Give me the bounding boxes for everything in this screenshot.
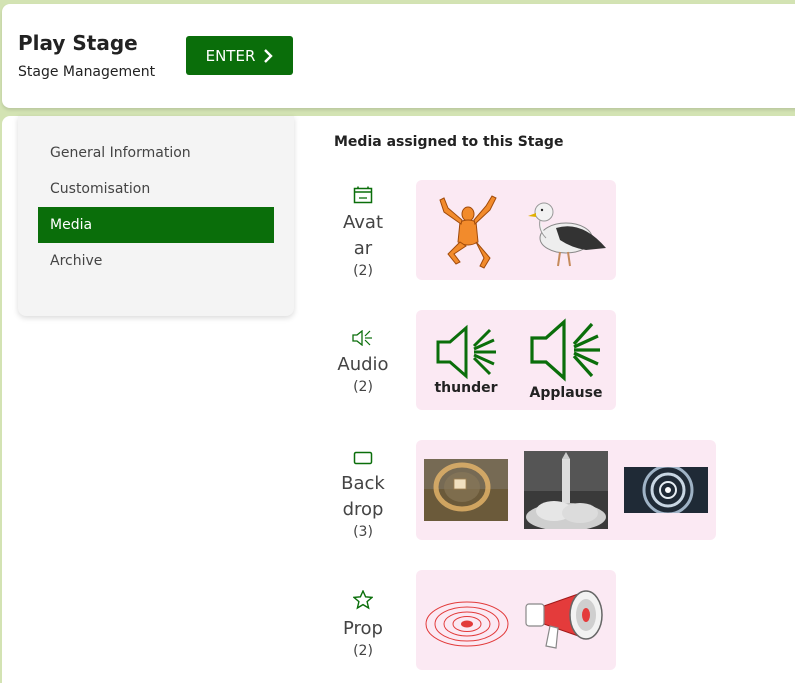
chevron-right-icon <box>263 48 274 63</box>
backdrop-thumbnail[interactable] <box>524 451 608 531</box>
sidebar-item-media[interactable]: Media <box>38 207 274 243</box>
category-name: Audio <box>337 354 389 375</box>
stage-title: Play Stage <box>18 31 138 55</box>
stage-subtitle: Stage Management <box>18 64 156 80</box>
header-bar: Play Stage Stage Management ENTER <box>2 4 795 108</box>
speaker-icon[interactable] <box>436 324 498 380</box>
category-name: Backdrop <box>341 473 385 520</box>
avatar-media-box <box>416 180 616 280</box>
category-count: (2) <box>353 643 373 659</box>
sidebar-item-archive[interactable]: Archive <box>38 243 274 279</box>
avatar-icon <box>330 186 396 208</box>
category-avatar[interactable]: Avatar (2) <box>330 186 396 280</box>
sidebar-item-label: Archive <box>50 253 103 269</box>
audio-title: Applause <box>529 385 603 401</box>
enter-button-label: ENTER <box>205 46 256 65</box>
category-count: (3) <box>353 524 373 540</box>
audio-title: thunder <box>434 380 498 396</box>
category-audio[interactable]: Audio (2) <box>330 329 396 396</box>
audio-media-box: thunder Applause <box>416 310 616 410</box>
sidebar-item-label: Customisation <box>50 181 151 197</box>
enter-button[interactable]: ENTER <box>186 36 293 75</box>
sidebar-item-general-information[interactable]: General Information <box>38 135 274 171</box>
category-name: Prop <box>343 618 383 639</box>
category-name: Avatar <box>343 212 383 259</box>
sidebar-menu: General Information Customisation Media … <box>18 116 294 316</box>
backdrop-thumbnail[interactable] <box>624 464 708 516</box>
star-icon <box>330 589 396 614</box>
category-prop[interactable]: Prop (2) <box>330 589 396 660</box>
media-section-heading: Media assigned to this Stage <box>334 134 564 150</box>
sidebar-item-label: Media <box>50 217 93 233</box>
prop-thumbnail[interactable] <box>424 598 510 650</box>
backdrop-media-box <box>416 440 716 540</box>
sidebar-item-label: General Information <box>50 145 191 161</box>
category-count: (2) <box>353 263 373 279</box>
avatar-thumbnail[interactable] <box>526 198 610 268</box>
category-backdrop[interactable]: Backdrop (3) <box>330 450 396 541</box>
sidebar-item-customisation[interactable]: Customisation <box>38 171 274 207</box>
megaphone-icon[interactable] <box>524 588 606 652</box>
backdrop-thumbnail[interactable] <box>424 459 508 521</box>
category-count: (2) <box>353 379 373 395</box>
avatar-thumbnail[interactable] <box>434 192 506 272</box>
prop-media-box <box>416 570 616 670</box>
backdrop-icon <box>330 450 396 469</box>
speaker-icon[interactable] <box>530 318 602 382</box>
speaker-icon <box>330 329 396 350</box>
